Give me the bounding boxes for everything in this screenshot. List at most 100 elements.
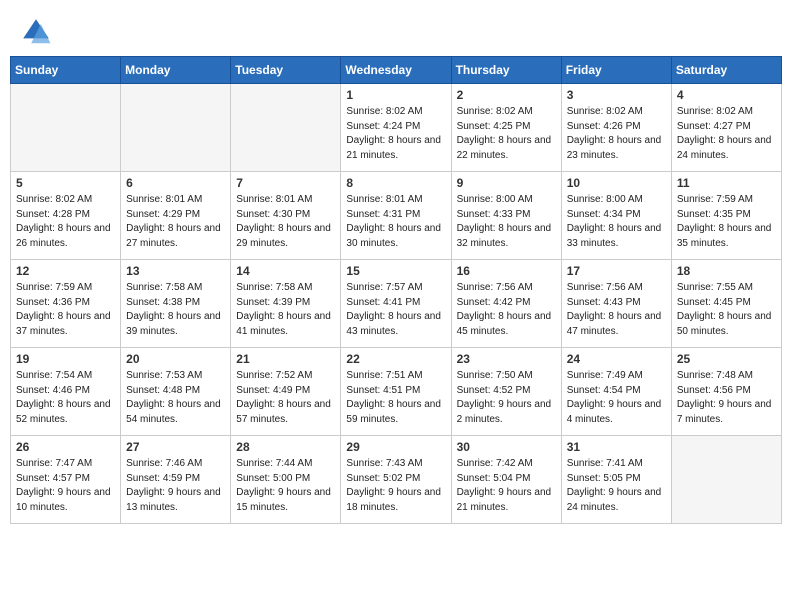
calendar-table: SundayMondayTuesdayWednesdayThursdayFrid…: [10, 56, 782, 524]
calendar-cell: 22 Sunrise: 7:51 AMSunset: 4:51 PMDayligh…: [341, 348, 451, 436]
day-info: Sunrise: 7:50 AMSunset: 4:52 PMDaylight:…: [457, 369, 556, 427]
calendar-cell: 17Sunrise: 7:56 AMSunset: 4:43 PMDayligh…: [561, 260, 671, 348]
calendar-cell: 20Sunrise: 7:53 AMSunset: 4:48 PMDayligh…: [121, 348, 231, 436]
day-info: Sunrise: 7:54 AMSunset: 4:46 PMDaylight:…: [16, 369, 115, 427]
day-info: Sunrise: 8:02 AMSunset: 4:28 PMDaylight:…: [16, 193, 115, 251]
calendar-wrapper: SundayMondayTuesdayWednesdayThursdayFrid…: [0, 56, 792, 534]
calendar-cell: 2 Sunrise: 8:02 AMSunset: 4:25 PMDaylight…: [451, 84, 561, 172]
weekday-header-friday: Friday: [561, 57, 671, 84]
calendar-header-row: SundayMondayTuesdayWednesdayThursdayFrid…: [11, 57, 782, 84]
day-info: Sunrise: 7:51 AMSunset: 4:51 PMDaylight:…: [346, 369, 445, 427]
day-number: 24: [567, 352, 666, 366]
weekday-header-monday: Monday: [121, 57, 231, 84]
day-number: 2: [457, 88, 556, 102]
day-number: 13: [126, 264, 225, 278]
day-info: Sunrise: 7:56 AMSunset: 4:42 PMDaylight:…: [457, 281, 556, 339]
calendar-cell: 12 Sunrise: 7:59 AMSunset: 4:36 PMDayligh…: [11, 260, 121, 348]
day-number: 29: [346, 440, 445, 454]
day-info: Sunrise: 7:47 AMSunset: 4:57 PMDaylight:…: [16, 457, 115, 515]
day-info: Sunrise: 7:43 AMSunset: 5:02 PMDaylight:…: [346, 457, 445, 515]
day-info: Sunrise: 8:02 AMSunset: 4:27 PMDaylight:…: [677, 105, 776, 163]
day-info: Sunrise: 8:02 AMSunset: 4:24 PMDaylight:…: [346, 105, 445, 163]
day-info: Sunrise: 7:42 AMSunset: 5:04 PMDaylight:…: [457, 457, 556, 515]
calendar-cell: 1 Sunrise: 8:02 AMSunset: 4:24 PMDaylight…: [341, 84, 451, 172]
day-info: Sunrise: 7:59 AMSunset: 4:36 PMDaylight:…: [16, 281, 115, 339]
day-number: 15: [346, 264, 445, 278]
week-row-5: 26Sunrise: 7:47 AMSunset: 4:57 PMDayligh…: [11, 436, 782, 524]
calendar-cell: 19Sunrise: 7:54 AMSunset: 4:46 PMDayligh…: [11, 348, 121, 436]
calendar-cell: 25 Sunrise: 7:48 AMSunset: 4:56 PMDayligh…: [671, 348, 781, 436]
logo-icon: [20, 16, 52, 48]
day-info: Sunrise: 8:02 AMSunset: 4:25 PMDaylight:…: [457, 105, 556, 163]
day-info: Sunrise: 7:44 AMSunset: 5:00 PMDaylight:…: [236, 457, 335, 515]
calendar-cell: 31Sunrise: 7:41 AMSunset: 5:05 PMDayligh…: [561, 436, 671, 524]
day-info: Sunrise: 8:02 AMSunset: 4:26 PMDaylight:…: [567, 105, 666, 163]
calendar-cell: [121, 84, 231, 172]
calendar-cell: 21Sunrise: 7:52 AMSunset: 4:49 PMDayligh…: [231, 348, 341, 436]
weekday-header-sunday: Sunday: [11, 57, 121, 84]
day-info: Sunrise: 7:46 AMSunset: 4:59 PMDaylight:…: [126, 457, 225, 515]
day-number: 28: [236, 440, 335, 454]
day-info: Sunrise: 8:01 AMSunset: 4:30 PMDaylight:…: [236, 193, 335, 251]
day-info: Sunrise: 8:01 AMSunset: 4:31 PMDaylight:…: [346, 193, 445, 251]
calendar-cell: 18Sunrise: 7:55 AMSunset: 4:45 PMDayligh…: [671, 260, 781, 348]
page: SundayMondayTuesdayWednesdayThursdayFrid…: [0, 0, 792, 612]
day-info: Sunrise: 7:59 AMSunset: 4:35 PMDaylight:…: [677, 193, 776, 251]
day-number: 14: [236, 264, 335, 278]
day-number: 23: [457, 352, 556, 366]
day-number: 7: [236, 176, 335, 190]
day-number: 10: [567, 176, 666, 190]
weekday-header-tuesday: Tuesday: [231, 57, 341, 84]
day-number: 9: [457, 176, 556, 190]
day-number: 21: [236, 352, 335, 366]
logo: [20, 16, 56, 48]
day-number: 5: [16, 176, 115, 190]
calendar-cell: 3Sunrise: 8:02 AMSunset: 4:26 PMDaylight…: [561, 84, 671, 172]
week-row-4: 19Sunrise: 7:54 AMSunset: 4:46 PMDayligh…: [11, 348, 782, 436]
calendar-cell: 5 Sunrise: 8:02 AMSunset: 4:28 PMDaylight…: [11, 172, 121, 260]
calendar-cell: 14 Sunrise: 7:58 AMSunset: 4:39 PMDayligh…: [231, 260, 341, 348]
calendar-cell: 7 Sunrise: 8:01 AMSunset: 4:30 PMDaylight…: [231, 172, 341, 260]
day-info: Sunrise: 8:00 AMSunset: 4:33 PMDaylight:…: [457, 193, 556, 251]
calendar-cell: 29 Sunrise: 7:43 AMSunset: 5:02 PMDayligh…: [341, 436, 451, 524]
calendar-cell: 16 Sunrise: 7:56 AMSunset: 4:42 PMDayligh…: [451, 260, 561, 348]
day-number: 22: [346, 352, 445, 366]
day-number: 4: [677, 88, 776, 102]
day-number: 25: [677, 352, 776, 366]
calendar-cell: 10Sunrise: 8:00 AMSunset: 4:34 PMDayligh…: [561, 172, 671, 260]
day-info: Sunrise: 7:48 AMSunset: 4:56 PMDaylight:…: [677, 369, 776, 427]
calendar-cell: [231, 84, 341, 172]
day-number: 27: [126, 440, 225, 454]
header: [0, 0, 792, 56]
calendar-cell: 11 Sunrise: 7:59 AMSunset: 4:35 PMDayligh…: [671, 172, 781, 260]
day-number: 8: [346, 176, 445, 190]
calendar-cell: 15 Sunrise: 7:57 AMSunset: 4:41 PMDayligh…: [341, 260, 451, 348]
weekday-header-saturday: Saturday: [671, 57, 781, 84]
week-row-1: 1 Sunrise: 8:02 AMSunset: 4:24 PMDaylight…: [11, 84, 782, 172]
day-info: Sunrise: 7:49 AMSunset: 4:54 PMDaylight:…: [567, 369, 666, 427]
weekday-header-thursday: Thursday: [451, 57, 561, 84]
day-info: Sunrise: 7:55 AMSunset: 4:45 PMDaylight:…: [677, 281, 776, 339]
calendar-cell: 9 Sunrise: 8:00 AMSunset: 4:33 PMDaylight…: [451, 172, 561, 260]
day-number: 17: [567, 264, 666, 278]
calendar-cell: 13 Sunrise: 7:58 AMSunset: 4:38 PMDayligh…: [121, 260, 231, 348]
day-number: 20: [126, 352, 225, 366]
day-info: Sunrise: 7:58 AMSunset: 4:38 PMDaylight:…: [126, 281, 225, 339]
day-number: 30: [457, 440, 556, 454]
day-number: 1: [346, 88, 445, 102]
day-number: 11: [677, 176, 776, 190]
week-row-3: 12 Sunrise: 7:59 AMSunset: 4:36 PMDayligh…: [11, 260, 782, 348]
calendar-cell: 27 Sunrise: 7:46 AMSunset: 4:59 PMDayligh…: [121, 436, 231, 524]
calendar-cell: 23 Sunrise: 7:50 AMSunset: 4:52 PMDayligh…: [451, 348, 561, 436]
day-info: Sunrise: 7:58 AMSunset: 4:39 PMDaylight:…: [236, 281, 335, 339]
day-number: 6: [126, 176, 225, 190]
day-info: Sunrise: 7:41 AMSunset: 5:05 PMDaylight:…: [567, 457, 666, 515]
day-info: Sunrise: 7:57 AMSunset: 4:41 PMDaylight:…: [346, 281, 445, 339]
calendar-cell: 8 Sunrise: 8:01 AMSunset: 4:31 PMDaylight…: [341, 172, 451, 260]
calendar-cell: [671, 436, 781, 524]
calendar-cell: 28 Sunrise: 7:44 AMSunset: 5:00 PMDayligh…: [231, 436, 341, 524]
day-number: 12: [16, 264, 115, 278]
day-number: 16: [457, 264, 556, 278]
week-row-2: 5 Sunrise: 8:02 AMSunset: 4:28 PMDaylight…: [11, 172, 782, 260]
calendar-cell: 6Sunrise: 8:01 AMSunset: 4:29 PMDaylight…: [121, 172, 231, 260]
